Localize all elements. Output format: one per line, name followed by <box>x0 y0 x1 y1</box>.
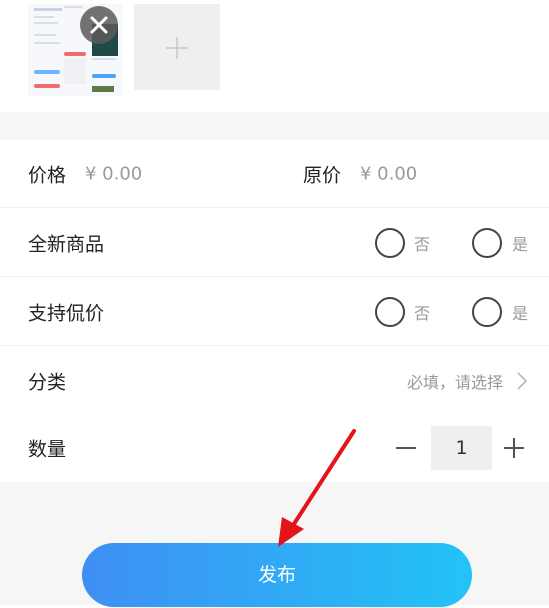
original-price-label: 原价 <box>303 164 342 186</box>
negotiable-no-label: 否 <box>414 303 431 323</box>
thumbnail-content <box>64 58 86 84</box>
brand-new-row: 全新商品 否 是 <box>0 209 549 277</box>
add-photo-button[interactable] <box>134 4 220 90</box>
thumbnail-content <box>34 84 60 88</box>
brand-new-label: 全新商品 <box>28 233 105 255</box>
negotiable-row: 支持侃价 否 是 <box>0 278 549 346</box>
decrement-button[interactable] <box>393 436 419 460</box>
negotiable-yes-label: 是 <box>512 303 529 323</box>
chevron-right-icon <box>517 372 528 390</box>
category-placeholder: 必填，请选择 <box>406 372 503 392</box>
thumbnail-content <box>34 34 56 36</box>
thumbnail-content <box>34 70 60 74</box>
negotiable-no-radio[interactable] <box>375 296 405 327</box>
section-divider <box>0 112 549 140</box>
category-row[interactable]: 分类 必填，请选择 <box>0 347 549 415</box>
thumbnail-content <box>34 42 60 44</box>
increment-button[interactable] <box>502 436 526 460</box>
brand-new-no-label: 否 <box>414 234 431 254</box>
brand-new-no-radio[interactable] <box>375 227 405 258</box>
thumbnail-content <box>92 86 114 92</box>
brand-new-yes-label: 是 <box>512 234 529 254</box>
price-label: 价格 <box>28 164 67 186</box>
plus-icon <box>504 438 524 458</box>
thumbnail-content <box>34 22 58 24</box>
price-input[interactable]: ¥ 0.00 <box>85 163 142 184</box>
category-label: 分类 <box>28 371 67 393</box>
minus-icon <box>396 447 416 449</box>
negotiable-yes-radio[interactable] <box>472 296 502 327</box>
price-row: 价格 ¥ 0.00 原价 ¥ 0.00 <box>0 140 549 208</box>
plus-icon <box>166 37 188 59</box>
thumbnail-content <box>64 52 86 56</box>
thumbnail-content <box>92 58 116 60</box>
quantity-input[interactable]: 1 <box>431 426 492 470</box>
brand-new-yes-radio[interactable] <box>472 227 502 258</box>
thumbnail-content <box>92 74 116 78</box>
close-icon <box>90 16 108 34</box>
thumbnail-content <box>34 8 62 11</box>
remove-photo-button[interactable] <box>80 6 118 44</box>
negotiable-label: 支持侃价 <box>28 302 105 324</box>
original-price-input[interactable]: ¥ 0.00 <box>360 163 417 184</box>
annotation-arrow <box>278 429 356 547</box>
thumbnail-content <box>34 16 54 18</box>
quantity-label: 数量 <box>28 438 67 461</box>
